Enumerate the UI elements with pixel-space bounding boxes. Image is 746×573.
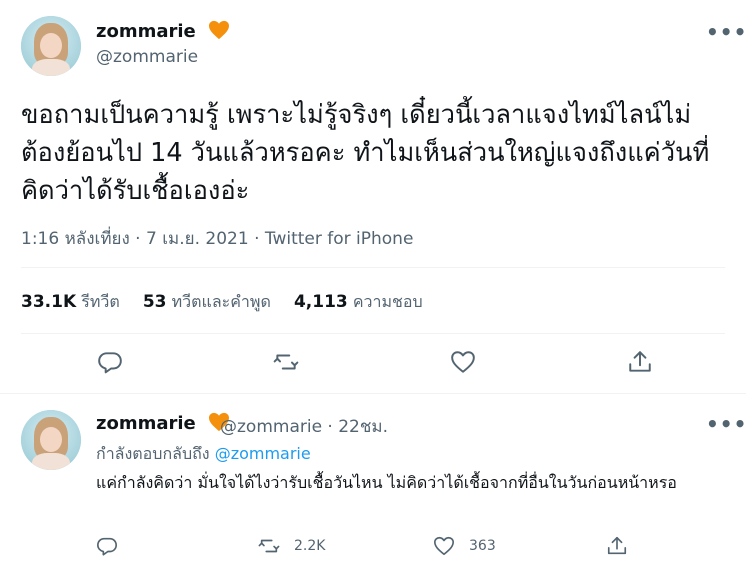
section-divider — [0, 393, 746, 394]
reply-like-count: 363 — [469, 538, 496, 554]
author-display-name[interactable]: zommarie — [96, 21, 196, 42]
share-icon — [607, 536, 627, 555]
tweet-meta[interactable]: 1:16 หลังเที่ยง · 7 เม.ย. 2021 · Twitter… — [21, 225, 413, 252]
heart-emoji-icon — [209, 20, 230, 40]
divider — [21, 267, 725, 268]
reply-author-name[interactable]: zommarie — [96, 412, 230, 434]
retweet-button[interactable] — [272, 348, 300, 376]
reply-author-avatar[interactable] — [21, 410, 81, 470]
quotes-count: 53 — [142, 292, 167, 312]
tweet-text: ขอถามเป็นความรู้ เพราะไม่รู้จริงๆ เดี๋ยว… — [21, 100, 710, 206]
reply-retweet-count: 2.2K — [294, 538, 326, 554]
reply-handle-time[interactable]: @zommarie · 22ชม. — [220, 413, 388, 440]
likes-stat[interactable]: 4,113 ความชอบ — [293, 292, 423, 312]
replying-to: กำลังตอบกลับถึง @zommarie — [96, 442, 311, 467]
retweet-icon — [273, 354, 299, 370]
tweet-stats: 33.1K รีทวีต 53 ทวีตและคำพูด 4,113 ความช… — [21, 290, 441, 315]
reply-text: แค่กำลังคิดว่า มั่นใจได้ไงว่ารับเชื้อวัน… — [96, 473, 677, 492]
reply-icon — [97, 537, 117, 556]
like-icon — [434, 536, 454, 556]
quotes-stat[interactable]: 53 ทวีตและคำพูด — [142, 292, 276, 312]
retweets-count: 33.1K — [21, 292, 77, 312]
likes-count: 4,113 — [293, 292, 348, 312]
author-name[interactable]: zommarie — [96, 20, 230, 42]
reply-icon — [98, 352, 122, 374]
likes-label: ความชอบ — [352, 292, 423, 311]
reply-like-button[interactable]: 363 — [433, 535, 496, 557]
like-button[interactable] — [449, 348, 477, 376]
author-handle[interactable]: @zommarie — [96, 47, 198, 67]
reply-display-name[interactable]: zommarie — [96, 413, 196, 434]
share-button[interactable] — [626, 348, 654, 376]
more-icon[interactable]: ••• — [706, 20, 746, 44]
retweet-icon — [258, 539, 280, 553]
share-icon — [629, 351, 651, 372]
reply-more-icon[interactable]: ••• — [706, 412, 746, 436]
author-avatar[interactable] — [21, 16, 81, 76]
reply-retweet-button[interactable]: 2.2K — [258, 535, 325, 557]
reply-share-button[interactable] — [606, 535, 642, 557]
retweets-stat[interactable]: 33.1K รีทวีต — [21, 292, 125, 312]
divider — [21, 333, 725, 334]
like-icon — [451, 351, 475, 373]
replying-prefix: กำลังตอบกลับถึง — [96, 444, 210, 463]
quotes-label: ทวีตและคำพูด — [171, 292, 271, 311]
replying-mention-link[interactable]: @zommarie — [215, 444, 311, 463]
retweets-label: รีทวีต — [81, 292, 120, 311]
reply-button[interactable] — [96, 348, 124, 376]
reply-reply-button[interactable] — [96, 535, 132, 557]
